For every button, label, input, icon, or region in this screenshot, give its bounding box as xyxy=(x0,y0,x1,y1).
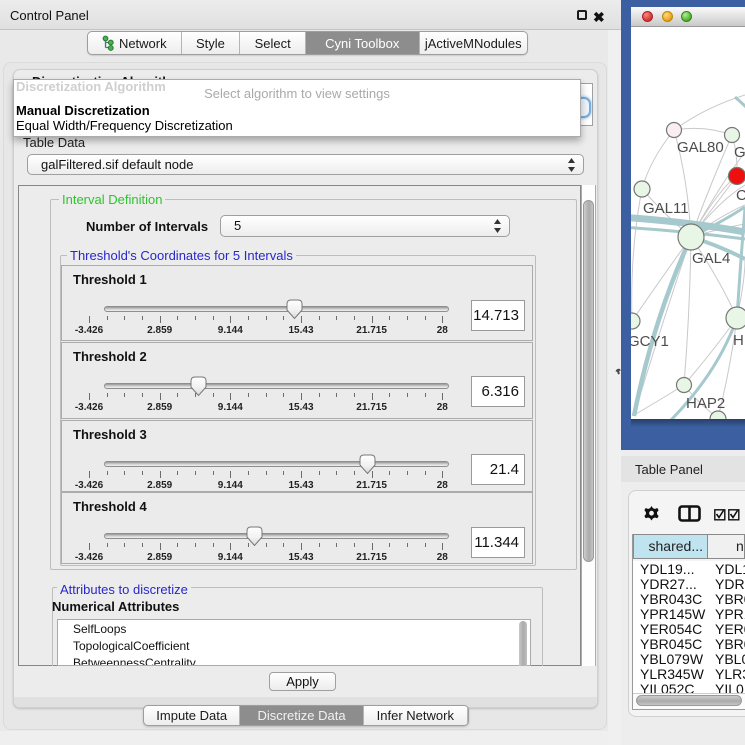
svg-text:GAL80: GAL80 xyxy=(677,139,724,156)
svg-text:GAL4: GAL4 xyxy=(692,250,730,267)
svg-text:HAP2: HAP2 xyxy=(686,395,725,412)
svg-text:H: H xyxy=(733,332,744,349)
svg-text:GA: GA xyxy=(734,144,745,161)
svg-text:GCY1: GCY1 xyxy=(631,333,669,350)
svg-text:C: C xyxy=(736,187,745,204)
svg-text:GAL11: GAL11 xyxy=(643,200,689,217)
